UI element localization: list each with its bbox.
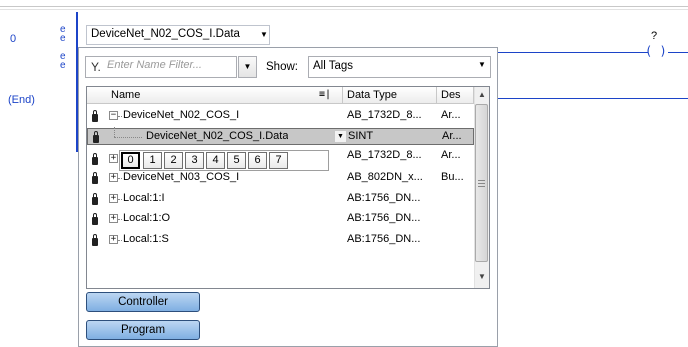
lock-icon: [92, 153, 98, 165]
expand-icon[interactable]: +: [109, 194, 118, 203]
lock-icon: [92, 193, 98, 205]
rail-marker: e: [60, 33, 66, 44]
expand-icon[interactable]: +: [109, 214, 118, 223]
column-header-data-type[interactable]: Data Type: [343, 87, 437, 104]
coil-tag-operand[interactable]: ?: [651, 30, 657, 42]
tag-name: Local:1:S: [123, 233, 169, 245]
end-rung-wire: [498, 98, 688, 99]
tag-row[interactable]: + DeviceNet_N03_COS_I AB_802DN_x... Bu..…: [87, 170, 474, 187]
filter-icon: Y.: [91, 60, 101, 74]
collapse-icon[interactable]: −: [109, 111, 118, 120]
program-scope-button[interactable]: Program: [86, 320, 200, 340]
lock-icon: [92, 234, 98, 246]
rung-number-0[interactable]: 0: [10, 33, 16, 45]
column-header-name-label: Name: [111, 89, 141, 101]
expand-icon[interactable]: +: [109, 235, 118, 244]
rung-0-wire-right: [668, 52, 688, 53]
lock-icon: [92, 213, 98, 225]
bit-dropdown-icon[interactable]: ▼: [335, 131, 346, 142]
name-filter-placeholder: Enter Name Filter...: [107, 59, 202, 71]
tag-description: Ar...: [441, 149, 461, 161]
bit-option-4[interactable]: 4: [206, 152, 225, 169]
tag-description: Ar...: [441, 109, 461, 121]
tag-row[interactable]: + Local:1:O AB:1756_DN...: [87, 211, 474, 228]
bit-option-6[interactable]: 6: [248, 152, 267, 169]
tag-data-type: SINT: [348, 130, 374, 142]
tag-row-selected[interactable]: DeviceNet_N02_COS_I.Data ▼ SINT Ar...: [87, 127, 474, 145]
lock-icon: [92, 110, 98, 122]
rung-0-wire: [498, 52, 648, 53]
rail-marker: e: [60, 60, 66, 71]
tag-row[interactable]: + Local:1:I AB:1756_DN...: [87, 191, 474, 208]
bit-option-0[interactable]: 0: [121, 152, 140, 169]
tag-data-type: AB:1756_DN...: [347, 192, 421, 204]
expand-icon[interactable]: +: [109, 154, 118, 163]
tag-data-type: AB_1732D_8...: [347, 109, 422, 121]
tag-name: DeviceNet_N03_COS_I: [123, 171, 240, 183]
bit-option-5[interactable]: 5: [227, 152, 246, 169]
tag-name: DeviceNet_N02_COS_I.Data: [146, 130, 289, 142]
tag-data-type: AB_1732D_8...: [347, 149, 422, 161]
bit-option-2[interactable]: 2: [164, 152, 183, 169]
tag-name: Local:1:O: [123, 212, 171, 224]
scrollbar-grip: [478, 183, 485, 184]
bit-option-1[interactable]: 1: [143, 152, 162, 169]
toolbar-separator-shadow: [0, 9, 688, 10]
chevron-down-icon[interactable]: ▼: [478, 60, 486, 69]
scrollbar-grip: [478, 180, 485, 181]
tag-dropdown-arrow-icon[interactable]: ▼: [258, 28, 270, 42]
filter-dropdown-button[interactable]: ▼: [238, 56, 257, 78]
tag-name: Local:1:I: [123, 192, 165, 204]
tag-row[interactable]: − DeviceNet_N02_COS_I AB_1732D_8... Ar..…: [87, 108, 474, 125]
rung-end-label: (End): [8, 94, 35, 106]
scrollbar-grip: [478, 186, 485, 187]
show-label: Show:: [266, 61, 298, 73]
bit-option-7[interactable]: 7: [269, 152, 288, 169]
scroll-up-icon[interactable]: ▲: [478, 90, 486, 99]
lock-icon: [92, 172, 98, 184]
scroll-down-icon[interactable]: ▼: [478, 272, 486, 281]
tag-name: DeviceNet_N02_COS_I: [123, 109, 240, 121]
bit-option-3[interactable]: 3: [185, 152, 204, 169]
column-picker-icon[interactable]: ≡|: [319, 89, 331, 100]
tag-edit-field[interactable]: DeviceNet_N02_COS_I.Data: [86, 25, 270, 45]
tag-data-type: AB_802DN_x...: [347, 171, 423, 183]
toolbar-separator: [0, 6, 688, 7]
tag-description: Bu...: [441, 171, 464, 183]
column-header-description[interactable]: Des: [437, 87, 474, 104]
column-header-name[interactable]: Name ≡|: [87, 87, 343, 104]
controller-scope-button[interactable]: Controller: [86, 292, 200, 312]
tag-data-type: AB:1756_DN...: [347, 212, 421, 224]
expand-icon[interactable]: +: [109, 173, 118, 182]
output-coil[interactable]: ( ): [645, 44, 667, 58]
tag-description: Ar...: [442, 130, 462, 142]
lock-icon: [93, 131, 99, 143]
tag-data-type: AB:1756_DN...: [347, 233, 421, 245]
tag-row[interactable]: + Local:1:S AB:1756_DN...: [87, 232, 474, 249]
show-scope-select[interactable]: All Tags: [308, 56, 491, 78]
